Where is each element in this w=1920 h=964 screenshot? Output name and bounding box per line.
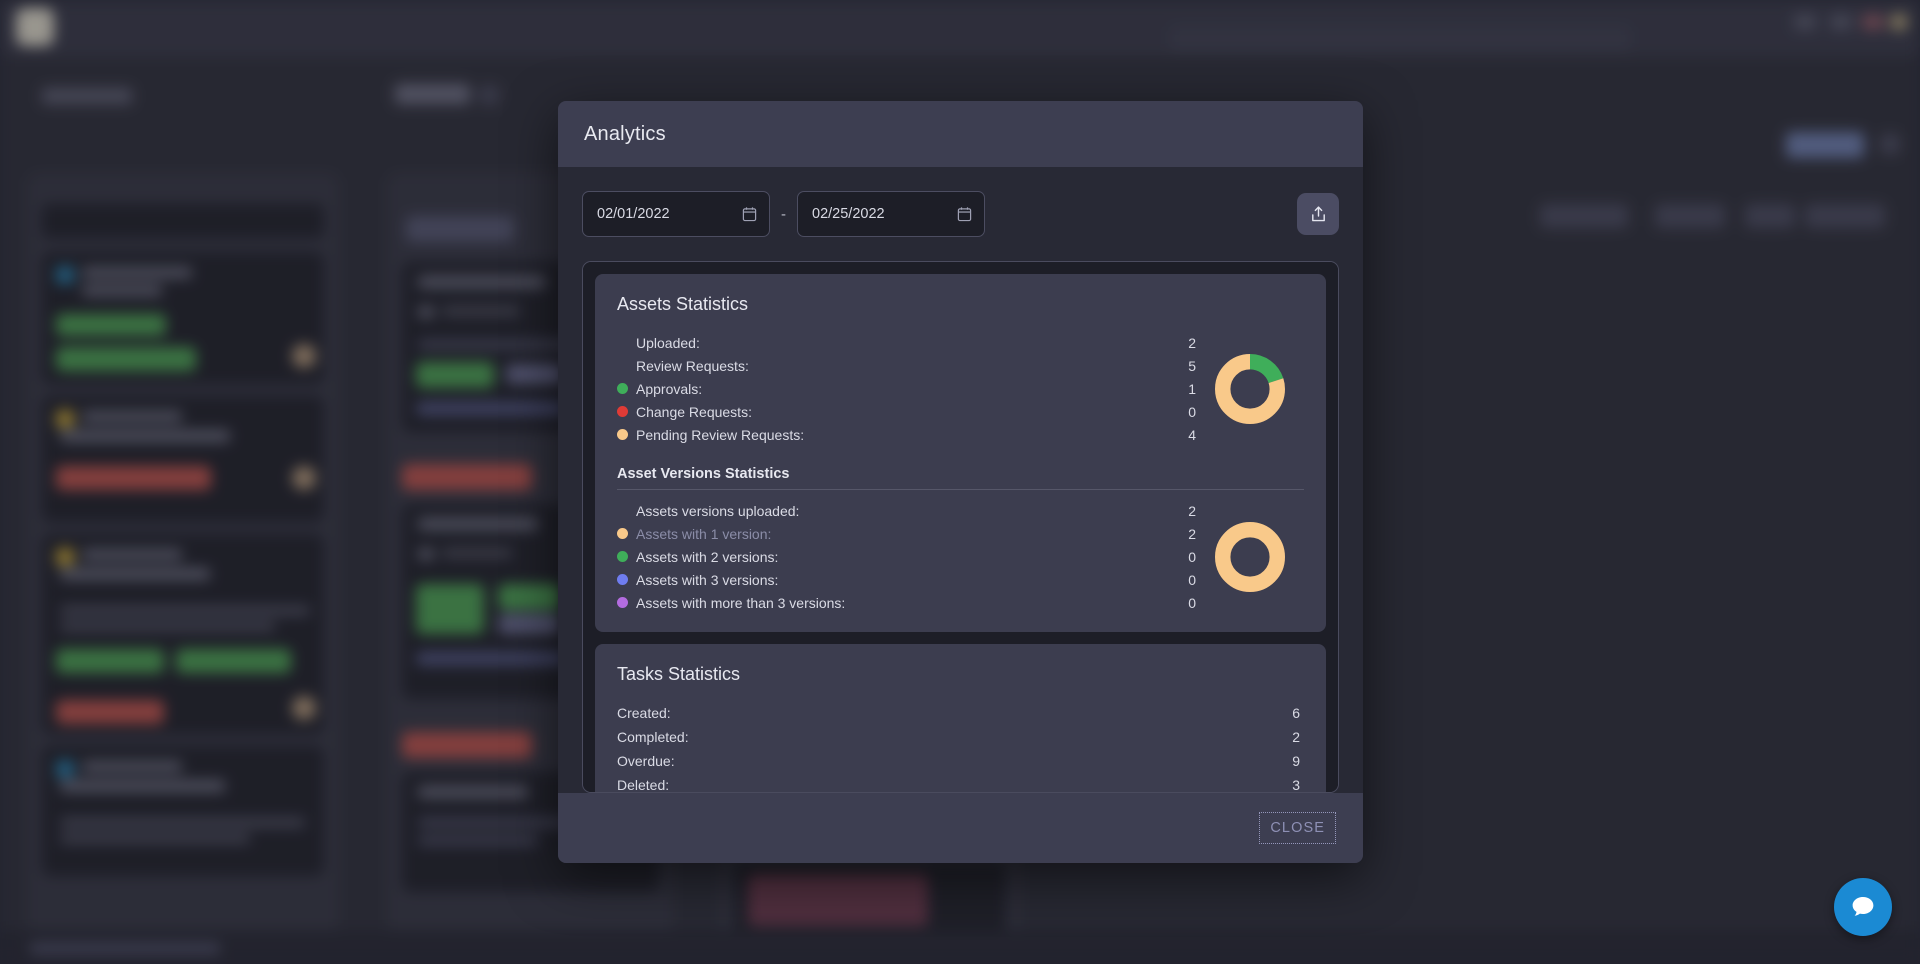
stat-value: 2 xyxy=(1292,729,1300,745)
asset-versions-donut-chart-wrap xyxy=(1196,521,1304,593)
page-title: Analytics xyxy=(584,122,666,145)
stat-label: Assets with 3 versions: xyxy=(636,571,779,588)
table-row[interactable]: Approvals: 1 xyxy=(617,377,1196,400)
stat-label: Created: xyxy=(617,705,671,721)
table-row[interactable]: Change Requests: 0 xyxy=(617,400,1196,423)
assets-donut-chart xyxy=(1215,353,1285,424)
start-date-input[interactable]: 02/01/2022 xyxy=(582,191,770,237)
table-row[interactable]: Assets with 1 version: 2 xyxy=(617,522,1196,545)
table-row: Created: 6 xyxy=(617,701,1304,725)
stat-label: Completed: xyxy=(617,729,689,745)
legend-dot-change-requests xyxy=(617,406,628,417)
asset-versions-statistics-title: Asset Versions Statistics xyxy=(617,466,790,482)
table-row[interactable]: Assets with 3 versions: 0 xyxy=(617,568,1196,591)
table-row[interactable]: Assets with more than 3 versions: 0 xyxy=(617,591,1196,614)
calendar-icon[interactable] xyxy=(957,206,972,222)
stat-value: 9 xyxy=(1292,753,1300,769)
stat-value: 5 xyxy=(1188,357,1196,374)
assets-statistics-rows: Uploaded: 2 Review Requests: 5 Approvals… xyxy=(617,331,1196,446)
legend-dot-one-version xyxy=(617,528,628,539)
asset-versions-rows: Assets versions uploaded: 2 Assets with … xyxy=(617,499,1196,614)
legend-dot-more-versions xyxy=(617,597,628,608)
table-row[interactable]: Pending Review Requests: 4 xyxy=(617,423,1196,446)
analytics-modal: Analytics 02/01/2022 - 02/25/2022 Assets… xyxy=(558,101,1363,863)
table-row: Assets versions uploaded: 2 xyxy=(617,499,1196,522)
assets-statistics-body: Uploaded: 2 Review Requests: 5 Approvals… xyxy=(617,331,1304,446)
stat-label: Overdue: xyxy=(617,753,675,769)
legend-dot-three-versions xyxy=(617,574,628,585)
table-row: Review Requests: 5 xyxy=(617,354,1196,377)
section-divider xyxy=(617,489,1304,490)
stat-label: Assets with 2 versions: xyxy=(636,548,779,565)
table-row: Completed: 2 xyxy=(617,725,1304,749)
modal-footer: CLOSE xyxy=(558,793,1363,863)
table-row[interactable]: Assets with 2 versions: 0 xyxy=(617,545,1196,568)
stat-label: Assets with more than 3 versions: xyxy=(636,594,846,611)
stat-value: 4 xyxy=(1188,426,1196,443)
assets-donut-chart-wrap xyxy=(1196,353,1304,425)
tasks-statistics-title: Tasks Statistics xyxy=(617,664,741,684)
legend-dot-pending-review xyxy=(617,429,628,440)
stat-value: 0 xyxy=(1188,403,1196,420)
date-range-separator: - xyxy=(781,205,786,223)
stat-label: Pending Review Requests: xyxy=(636,426,805,443)
stat-value: 6 xyxy=(1292,705,1300,721)
export-upload-icon xyxy=(1311,205,1325,221)
table-row: Deleted: 3 xyxy=(617,773,1304,793)
tasks-statistics-rows: Created: 6 Completed: 2 Overdue: 9 Delet… xyxy=(617,701,1304,793)
stat-value: 2 xyxy=(1188,334,1196,351)
stat-value: 1 xyxy=(1188,380,1196,397)
export-button[interactable] xyxy=(1297,193,1339,235)
stat-label: Uploaded: xyxy=(636,334,700,351)
end-date-input[interactable]: 02/25/2022 xyxy=(797,191,985,237)
tasks-statistics-card: Tasks Statistics Created: 6 Completed: 2… xyxy=(595,644,1326,793)
stat-value: 0 xyxy=(1188,571,1196,588)
chat-widget-button[interactable] xyxy=(1834,878,1892,936)
stat-value: 2 xyxy=(1188,525,1196,542)
stat-value: 2 xyxy=(1188,502,1196,519)
table-row: Uploaded: 2 xyxy=(617,331,1196,354)
date-range-row: 02/01/2022 - 02/25/2022 xyxy=(582,191,1339,237)
end-date-value: 02/25/2022 xyxy=(812,206,885,222)
start-date-value: 02/01/2022 xyxy=(597,206,670,222)
stat-value: 0 xyxy=(1188,594,1196,611)
asset-versions-body: Assets versions uploaded: 2 Assets with … xyxy=(617,499,1304,614)
close-button[interactable]: CLOSE xyxy=(1258,811,1337,845)
stat-label: Assets with 1 version: xyxy=(636,525,772,542)
stat-label: Deleted: xyxy=(617,777,670,793)
legend-dot-approvals xyxy=(617,383,628,394)
legend-dot-two-versions xyxy=(617,551,628,562)
stat-value: 3 xyxy=(1292,777,1300,793)
legend-dot-placeholder xyxy=(617,337,628,348)
asset-versions-donut-chart xyxy=(1215,521,1285,592)
stat-label: Assets versions uploaded: xyxy=(636,502,800,519)
statistics-scroll-area[interactable]: Assets Statistics Uploaded: 2 Review Req… xyxy=(582,261,1339,793)
table-row: Overdue: 9 xyxy=(617,749,1304,773)
legend-dot-placeholder xyxy=(617,505,628,516)
stat-label: Change Requests: xyxy=(636,403,752,420)
modal-header: Analytics xyxy=(558,101,1363,167)
assets-statistics-card: Assets Statistics Uploaded: 2 Review Req… xyxy=(595,274,1326,632)
calendar-icon[interactable] xyxy=(742,206,757,222)
stat-label: Review Requests: xyxy=(636,357,749,374)
stat-label: Approvals: xyxy=(636,380,703,397)
chat-bubble-icon xyxy=(1852,897,1874,916)
modal-body: 02/01/2022 - 02/25/2022 Assets Statistic… xyxy=(558,167,1363,793)
legend-dot-placeholder xyxy=(617,360,628,371)
assets-statistics-title: Assets Statistics xyxy=(617,294,749,314)
stat-value: 0 xyxy=(1188,548,1196,565)
